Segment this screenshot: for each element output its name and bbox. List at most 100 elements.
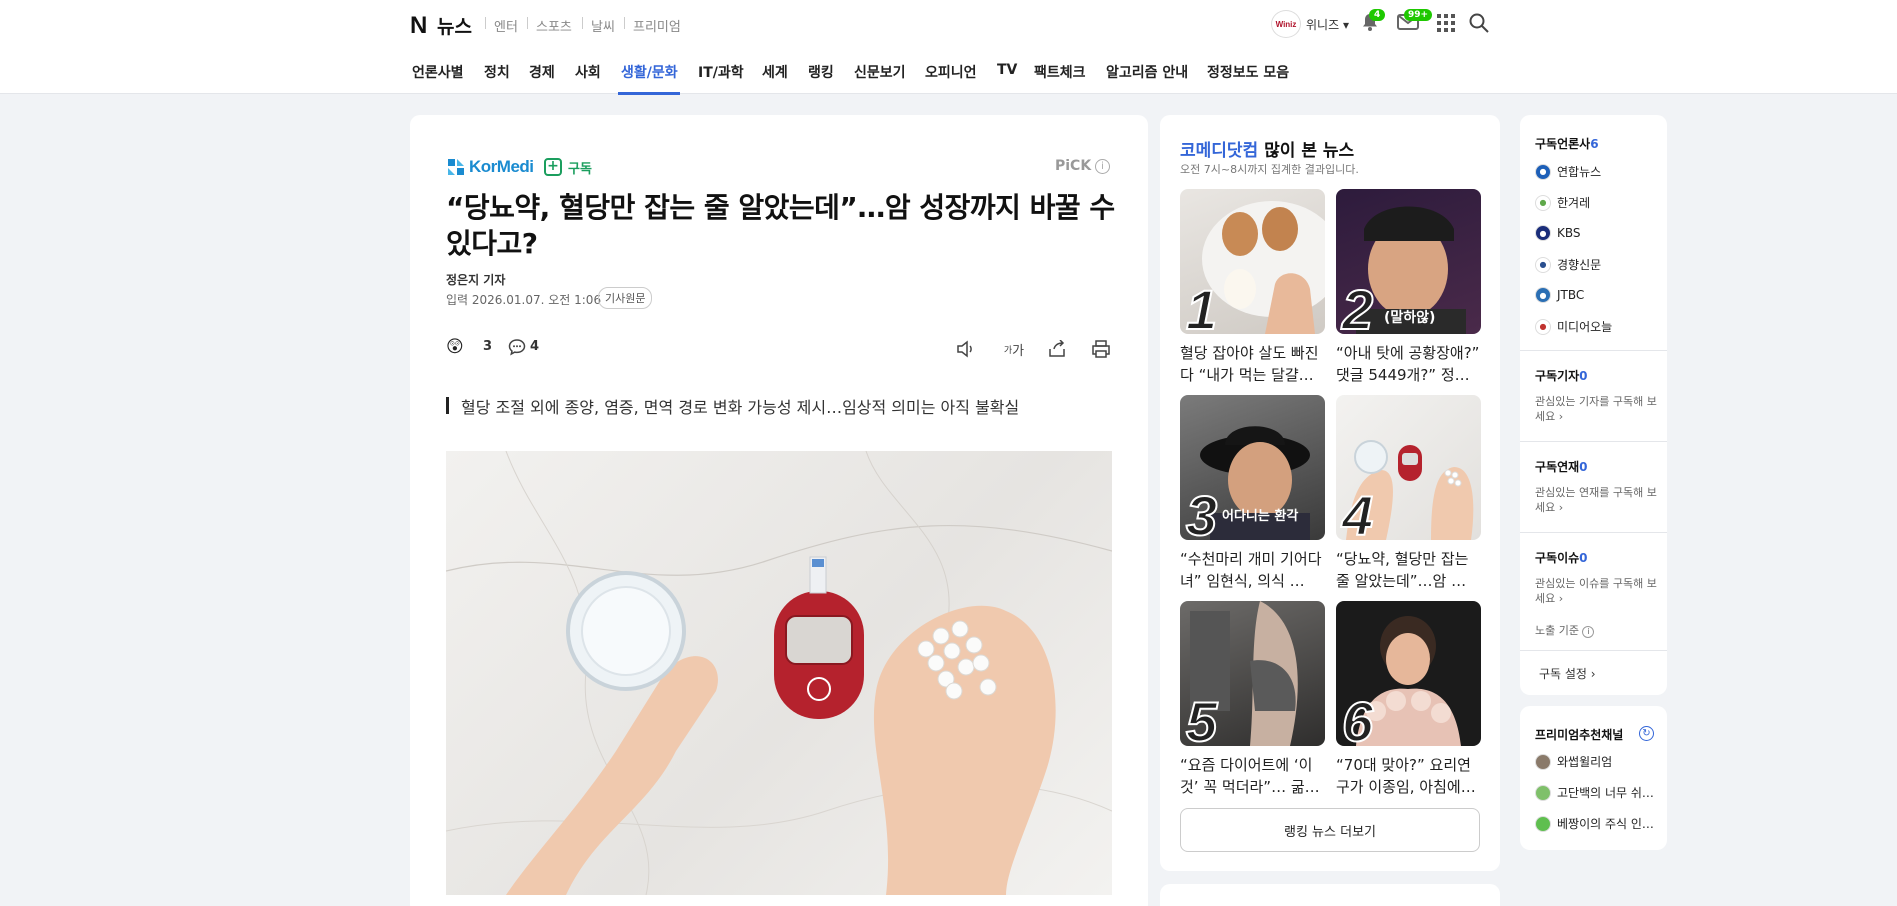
gnb-item-it-science[interactable]: IT/과학: [698, 62, 744, 82]
press-logo-icon: ●: [1535, 318, 1551, 335]
divider: [485, 17, 486, 29]
news-logo-text[interactable]: 뉴스: [437, 12, 472, 39]
rank-number: 2: [1341, 277, 1374, 334]
reaction-emoji-icon[interactable]: 😲: [446, 337, 464, 357]
gnb-item-life-culture[interactable]: 생활/문화: [621, 62, 678, 82]
divider: [1520, 350, 1667, 351]
ranking-thumb-3[interactable]: 어다니는 환각 3: [1180, 395, 1325, 540]
print-icon[interactable]: [1090, 338, 1112, 360]
summary-bar: [446, 397, 449, 414]
subscribed-series-label: 구독연재: [1535, 460, 1580, 474]
ranking-caption-4[interactable]: “당뇨약, 혈당만 잡는 줄 알았는데”…암 …: [1336, 548, 1481, 592]
subscribed-press-heading[interactable]: 구독언론사6: [1535, 135, 1599, 152]
article-photo[interactable]: [446, 451, 1112, 895]
press-logo-icon: ●: [1535, 163, 1551, 180]
ranking-more-button[interactable]: 랭킹 뉴스 더보기: [1180, 808, 1480, 852]
exposure-criteria-label: 노출 기준: [1535, 624, 1579, 637]
press-name: 한겨레: [1557, 196, 1591, 210]
subscribe-series-link[interactable]: 관심있는 연재를 구독해 보세요 ›: [1535, 485, 1660, 515]
gnb-item-factcheck[interactable]: 팩트체크: [1034, 62, 1086, 82]
font-size-button[interactable]: 가가: [1000, 338, 1028, 360]
service-link-enter[interactable]: 엔터: [494, 16, 518, 35]
press-item-yonhap[interactable]: ● 연합뉴스: [1535, 163, 1601, 180]
original-article-button[interactable]: 기사원문: [598, 287, 653, 309]
service-link-sports[interactable]: 스포츠: [536, 16, 572, 35]
premium-channel-item[interactable]: 와썹윌리엄: [1535, 753, 1612, 770]
channel-name: 베짱이의 주식 인…: [1557, 817, 1654, 831]
premium-channel-item[interactable]: 베짱이의 주식 인…: [1535, 815, 1654, 832]
gnb-item-newspaper[interactable]: 신문보기: [854, 62, 906, 82]
press-item-jtbc[interactable]: ● JTBC: [1535, 287, 1584, 303]
apps-grid-icon[interactable]: [1437, 14, 1455, 36]
rank-number: 6: [1341, 689, 1374, 746]
reaction-count: 3: [483, 339, 493, 354]
subscribed-reporter-label: 구독기자: [1535, 369, 1580, 383]
gnb-item-algorithm[interactable]: 알고리즘 안내: [1106, 62, 1188, 82]
subscribed-issue-heading[interactable]: 구독이슈0: [1535, 549, 1588, 566]
gnb-item-corrections[interactable]: 정정보도 모음: [1207, 62, 1289, 82]
ranking-thumb-3-caption: 어다니는 환각: [1222, 509, 1299, 524]
press-name: KBS: [1557, 226, 1581, 240]
subscribe-reporter-link[interactable]: 관심있는 기자를 구독해 보세요 ›: [1535, 394, 1660, 424]
speaker-icon[interactable]: [955, 338, 977, 360]
ranking-caption-2[interactable]: “아내 탓에 공황장애?” 댓글 5449개?” 정…: [1336, 342, 1481, 386]
naver-logo[interactable]: N: [410, 12, 427, 40]
exposure-criteria[interactable]: 노출 기준 i: [1535, 622, 1595, 638]
gnb-item-ranking[interactable]: 랭킹: [808, 62, 834, 82]
avatar-label: Winiz: [1275, 19, 1297, 29]
ranking-caption-1[interactable]: 혈당 잡아야 살도 빠진다 “내가 먹는 달걀…: [1180, 342, 1325, 386]
avatar[interactable]: Winiz: [1271, 10, 1301, 38]
subscribe-issue-link[interactable]: 관심있는 이슈를 구독해 보세요 ›: [1535, 576, 1660, 606]
ranking-press-name[interactable]: 코메디닷컴: [1180, 141, 1258, 161]
press-item-khan[interactable]: ● 경향신문: [1535, 256, 1601, 273]
press-item-kbs[interactable]: ● KBS: [1535, 225, 1581, 241]
rank-number: 1: [1185, 277, 1218, 334]
ranking-thumb-1[interactable]: 1: [1180, 189, 1325, 334]
subscribed-reporter-heading[interactable]: 구독기자0: [1535, 367, 1588, 384]
press-item-hani[interactable]: ● 한겨레: [1535, 194, 1590, 211]
search-icon[interactable]: [1469, 13, 1489, 37]
plus-icon: +: [544, 158, 562, 176]
ranking-caption-5[interactable]: “요즘 다이어트에 ‘이것’ 꼭 먹더라”… 굶…: [1180, 754, 1325, 798]
ranking-thumb-6[interactable]: 6: [1336, 601, 1481, 746]
share-icon[interactable]: [1046, 338, 1068, 360]
gnb-item-press[interactable]: 언론사별: [412, 62, 464, 82]
press-logo-icon: ●: [1535, 256, 1551, 273]
ranking-caption-3[interactable]: “수천마리 개미 기어다녀” 임현식, 의식 …: [1180, 548, 1325, 592]
pick-label: PiCK: [1055, 158, 1092, 174]
gnb-active-indicator: [618, 92, 680, 95]
service-link-weather[interactable]: 날씨: [591, 16, 615, 35]
subscribed-series-heading[interactable]: 구독연재0: [1535, 458, 1588, 475]
subscription-settings-link[interactable]: 구독 설정 ›: [1539, 665, 1596, 682]
gnb-item-world[interactable]: 세계: [762, 62, 788, 82]
ranking-thumb-2[interactable]: (말하않) 2: [1336, 189, 1481, 334]
reporter-name[interactable]: 정은지 기자: [446, 271, 505, 288]
comment-icon[interactable]: [508, 338, 526, 360]
channel-avatar: [1535, 753, 1551, 770]
gnb-item-politics[interactable]: 정치: [484, 62, 510, 82]
subscribed-series-count: 0: [1579, 460, 1588, 474]
user-name-menu[interactable]: 위니즈 ▾: [1306, 16, 1349, 33]
press-name: 연합뉴스: [1557, 165, 1602, 179]
service-link-premium[interactable]: 프리미엄: [633, 16, 681, 35]
press-logo[interactable]: KorMedi: [469, 157, 534, 177]
gnb-item-society[interactable]: 사회: [575, 62, 601, 82]
premium-channel-item[interactable]: 고단백의 너무 쉬…: [1535, 784, 1654, 801]
ranking-thumb-5[interactable]: 5: [1180, 601, 1325, 746]
press-item-mediatoday[interactable]: ● 미디어오늘: [1535, 318, 1612, 335]
article-date: 입력 2026.01.07. 오전 1:06: [446, 293, 602, 307]
info-icon[interactable]: i: [1095, 159, 1110, 174]
subscribe-button[interactable]: 구독: [568, 158, 592, 177]
ranking-thumb-4[interactable]: 4: [1336, 395, 1481, 540]
gnb-item-economy[interactable]: 경제: [529, 62, 555, 82]
refresh-icon[interactable]: ↻: [1639, 726, 1654, 741]
gnb-item-tv[interactable]: TV: [997, 62, 1017, 78]
gnb-item-opinion[interactable]: 오피니언: [925, 62, 977, 82]
ranking-title-suffix: 많이 본 뉴스: [1258, 141, 1355, 161]
ranking-caption-6[interactable]: “70대 맞아?” 요리연구가 이종임, 아침에…: [1336, 754, 1481, 798]
rank-number: 3: [1185, 483, 1218, 540]
divider: [582, 17, 583, 29]
info-icon: i: [1582, 626, 1595, 638]
channel-name: 고단백의 너무 쉬…: [1557, 786, 1654, 800]
channel-avatar: [1535, 784, 1551, 801]
